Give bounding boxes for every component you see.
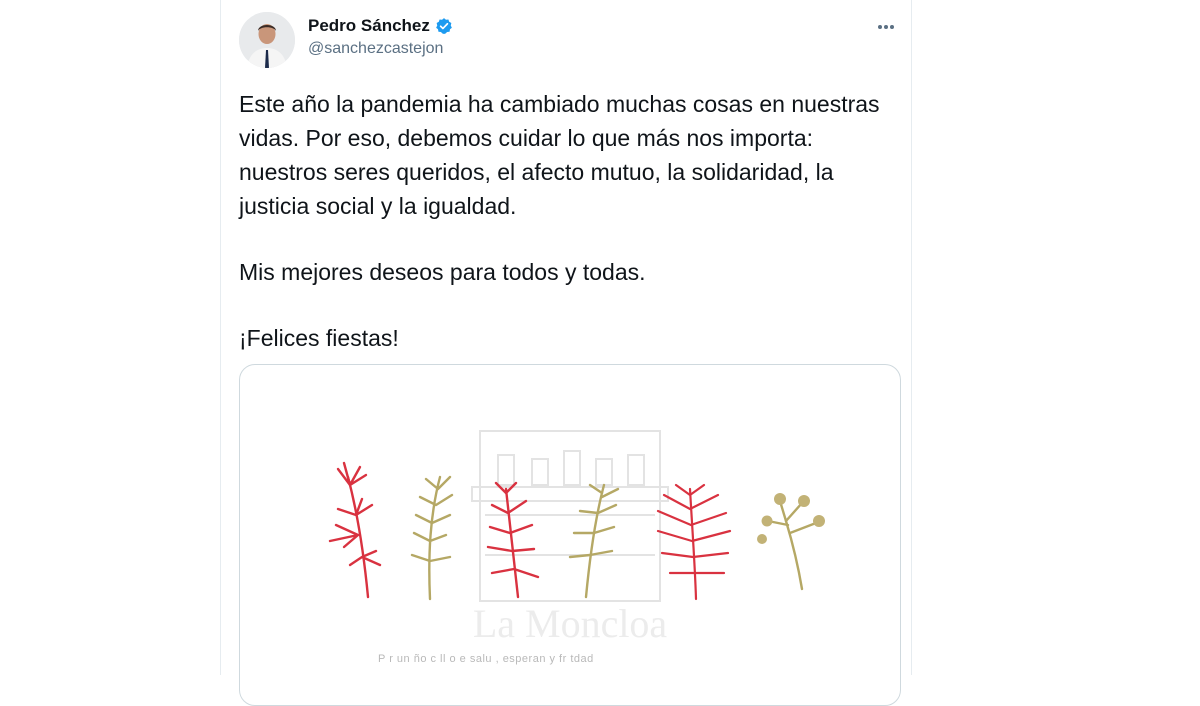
tweet-media-card[interactable]: La Moncloa P r un ño c ll o e salu , esp…: [239, 364, 901, 706]
card-footer-text: P r un ño c ll o e salu , esperan y fr t…: [378, 653, 594, 665]
more-options-icon[interactable]: [875, 16, 897, 38]
verified-badge-icon: [435, 17, 453, 35]
olive-sprig-1: [410, 475, 454, 601]
tweet-card: Pedro Sánchez @sanchezcastejon Este año …: [220, 0, 912, 706]
tweet-text: Este año la pandemia ha cambiado muchas …: [239, 87, 899, 355]
red-sprig-3: [656, 483, 732, 601]
tweet-paragraph: ¡Felices fiestas!: [239, 325, 399, 351]
avatar[interactable]: [239, 12, 295, 68]
tweet-paragraph: Mis mejores deseos para todos y todas.: [239, 259, 646, 285]
moncloa-building-illustration: [471, 430, 669, 602]
olive-berry-sprig: [766, 499, 818, 591]
tweet-paragraph: Este año la pandemia ha cambiado muchas …: [239, 91, 880, 219]
author-handle[interactable]: @sanchezcastejon: [308, 40, 443, 58]
moncloa-logo-text: La Moncloa: [473, 601, 668, 646]
red-sprig-1: [328, 461, 382, 599]
author-name[interactable]: Pedro Sánchez: [308, 16, 430, 36]
